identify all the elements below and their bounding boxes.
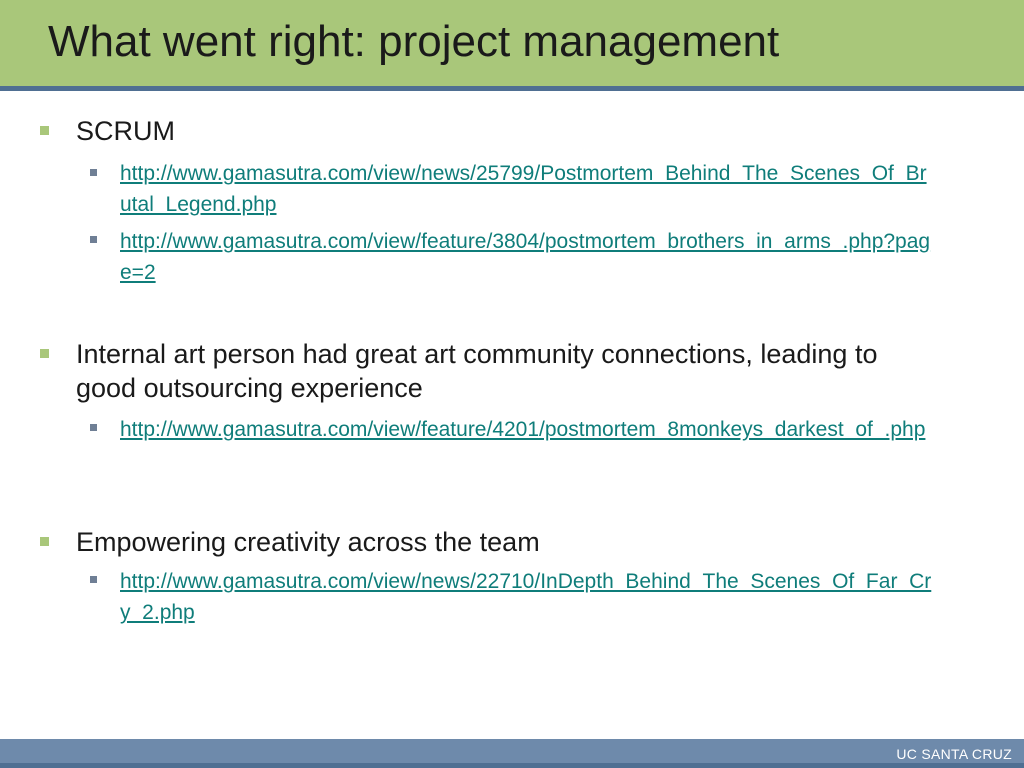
bullet-marker <box>40 126 49 135</box>
bullet-empowering-creativity: Empowering creativity across the team <box>76 527 540 557</box>
footer-rule <box>0 763 1024 768</box>
bullet-art-outsourcing: Internal art person had great art commun… <box>76 339 878 403</box>
link-brothers-in-arms-postmortem[interactable]: http://www.gamasutra.com/view/feature/38… <box>120 226 932 288</box>
link-8monkeys-postmortem[interactable]: http://www.gamasutra.com/view/feature/42… <box>120 414 932 445</box>
sub-bullet-marker <box>90 169 97 176</box>
link-brutal-legend-postmortem[interactable]: http://www.gamasutra.com/view/news/25799… <box>120 158 932 220</box>
link-far-cry-2-indepth[interactable]: http://www.gamasutra.com/view/news/22710… <box>120 566 932 628</box>
slide-title: What went right: project management <box>48 17 780 66</box>
sub-bullet-marker <box>90 424 97 431</box>
bullet-marker <box>40 537 49 546</box>
sub-bullet-marker <box>90 576 97 583</box>
title-divider <box>0 86 1024 91</box>
sub-bullet-marker <box>90 236 97 243</box>
bullet-scrum: SCRUM <box>76 116 175 146</box>
bullet-marker <box>40 349 49 358</box>
footer-institution: UC SANTA CRUZ <box>896 746 1012 762</box>
